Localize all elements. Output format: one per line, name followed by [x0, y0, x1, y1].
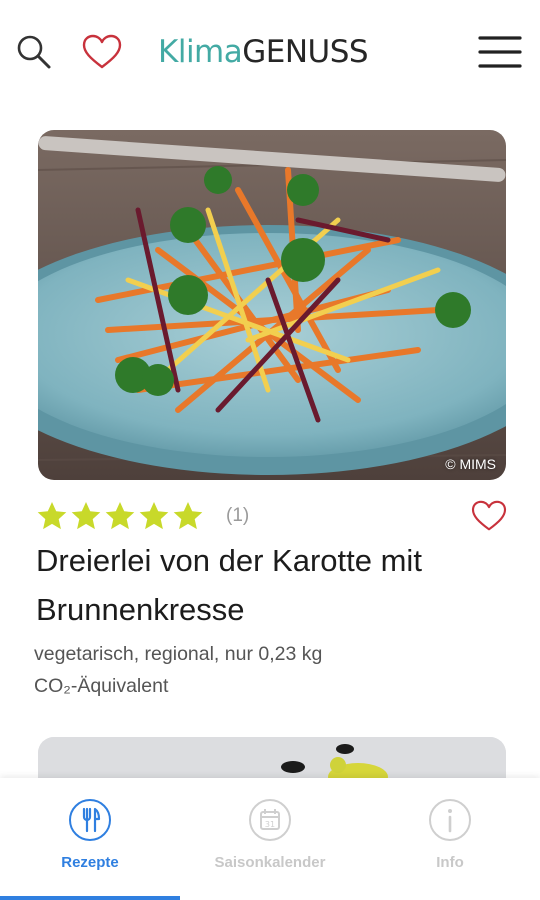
svg-text:31: 31 [265, 820, 275, 829]
app-header: Klima GENUSS [0, 0, 540, 104]
photo-copyright: © MIMS [445, 456, 496, 472]
logo-genuss: GENUSS [242, 34, 369, 70]
nav-rezepte[interactable]: Rezepte [0, 778, 180, 900]
recipe-co2: CO₂-Äquivalent [34, 675, 169, 697]
recipe-meta: vegetarisch, regional, nur 0,23 kg CO₂-Ä… [34, 638, 504, 702]
search-button[interactable] [12, 30, 56, 74]
nav-label-info: Info [436, 854, 464, 871]
heart-icon [471, 500, 507, 531]
info-icon [429, 799, 471, 841]
nav-label-rezepte: Rezepte [61, 854, 119, 871]
app-logo: Klima GENUSS [158, 34, 369, 74]
recipe-title[interactable]: Dreierlei von der Karotte mit Brunnenkre… [36, 536, 506, 634]
star-icon [139, 502, 169, 530]
hamburger-menu-icon [478, 36, 522, 68]
favorites-button[interactable] [80, 30, 124, 74]
star-icon [37, 502, 67, 530]
recipe-favorite-button[interactable] [470, 498, 508, 534]
star-icon [173, 502, 203, 530]
search-icon [17, 35, 51, 69]
bottom-navigation: Rezepte 31 Saisonkalender Info [0, 778, 540, 900]
recipe-photo-image [38, 130, 506, 480]
star-rating [36, 500, 204, 532]
cutlery-icon [69, 799, 111, 841]
nav-info[interactable]: Info [360, 778, 540, 900]
logo-klima: Klima [158, 34, 243, 70]
rating-count: (1) [226, 505, 250, 526]
heart-icon [82, 34, 122, 69]
nav-label-saisonkalender: Saisonkalender [214, 854, 326, 871]
calendar-icon: 31 [249, 799, 291, 841]
recipe-tags: vegetarisch, regional, nur 0,23 kg [34, 643, 323, 665]
star-icon [105, 502, 135, 530]
rating-row: (1) [36, 498, 249, 534]
star-icon [71, 502, 101, 530]
menu-button[interactable] [478, 30, 522, 74]
nav-saisonkalender[interactable]: 31 Saisonkalender [180, 778, 360, 900]
active-tab-indicator [0, 896, 180, 900]
recipe-photo[interactable]: © MIMS [38, 130, 506, 480]
recipe-card[interactable]: © MIMS [38, 130, 506, 480]
